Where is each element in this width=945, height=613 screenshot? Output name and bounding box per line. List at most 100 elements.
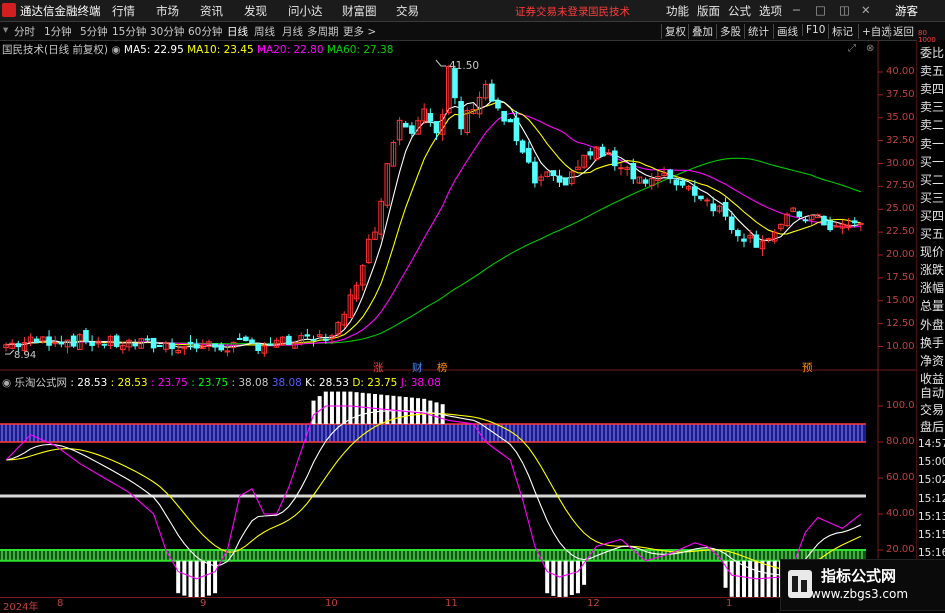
sidebar-item[interactable]: 买三: [920, 191, 944, 205]
guest-user[interactable]: 游客: [895, 3, 918, 19]
candle-body: [409, 125, 415, 134]
candle-body: [802, 219, 809, 222]
tf-1min[interactable]: 1分钟: [44, 24, 72, 39]
settings-icon[interactable]: ◉: [2, 377, 11, 389]
btn-fanhui[interactable]: 返回: [889, 24, 917, 39]
candle-body: [402, 122, 409, 128]
tf-more[interactable]: 更多 >: [343, 24, 376, 39]
sidebar-item[interactable]: 总量: [920, 299, 944, 313]
sidebar-item[interactable]: 涨幅: [920, 281, 944, 295]
close-icon[interactable]: ✕: [861, 3, 871, 17]
chart-collapse-icon[interactable]: ⤢: [848, 43, 856, 54]
sidebar-item[interactable]: 收益: [920, 372, 944, 386]
sidebar-item[interactable]: 自动: [920, 386, 944, 400]
btn-duogu[interactable]: 多股: [716, 24, 744, 39]
sidebar-item[interactable]: 外盘: [920, 318, 944, 332]
restore-icon[interactable]: ◫: [839, 3, 850, 17]
tf-5min[interactable]: 5分钟: [80, 24, 108, 39]
candle-body: [796, 211, 803, 217]
hist-bar: [200, 560, 205, 597]
badge-longhubang[interactable]: 榜: [437, 360, 448, 375]
candle-body: [550, 170, 557, 177]
candle-body: [267, 343, 274, 346]
btn-diejia[interactable]: 叠加: [688, 24, 716, 39]
candle-body: [735, 230, 741, 237]
ma60-value: MA60: 27.38: [326, 44, 394, 56]
candle-body: [556, 175, 563, 183]
badge-yugao[interactable]: 预: [802, 360, 813, 375]
sidebar-item[interactable]: 卖一: [920, 137, 944, 151]
sidebar-item[interactable]: 卖二: [920, 118, 944, 132]
menu-hangqing[interactable]: 行情: [112, 3, 135, 19]
btn-biaoji[interactable]: 标记: [828, 24, 856, 39]
tf-30min[interactable]: 30分钟: [150, 24, 184, 39]
sidebar-item[interactable]: 卖五: [920, 64, 944, 78]
tf-fenshi[interactable]: 分时: [14, 24, 35, 39]
sidebar-item[interactable]: 买二: [920, 173, 944, 187]
watermark-logo-icon: [788, 570, 812, 598]
xlabel-nov: 11: [445, 598, 458, 609]
candle-body: [827, 220, 833, 231]
quote-sidebar: 80 1000 委比 卖五 卖四 卖三 卖二 卖一 买一 买二 买三 买四 买五 现价 涨跌 涨幅 总量 外盘…: [916, 30, 945, 609]
menu-zixun[interactable]: 资讯: [200, 3, 223, 19]
candle-body: [513, 117, 520, 142]
menu-gongshi[interactable]: 公式: [728, 3, 751, 19]
tf-15min[interactable]: 15分钟: [112, 24, 146, 39]
ma10-value: MA10: 23.45: [187, 44, 254, 56]
hist-bar: [354, 392, 359, 424]
sidebar-item[interactable]: 委比: [920, 46, 944, 60]
minimize-icon[interactable]: ─: [793, 3, 800, 17]
badge-zhangting[interactable]: 涨: [373, 360, 384, 375]
menu-faxian[interactable]: 发现: [244, 3, 267, 19]
btn-tongji[interactable]: 统计: [744, 24, 772, 39]
candle-body: [612, 150, 618, 167]
menu-banmian[interactable]: 版面: [697, 3, 720, 19]
sidebar-item[interactable]: 买一: [920, 155, 944, 169]
ind-k: K: 28.53: [305, 377, 349, 389]
indicator-tick-label: 100.0: [886, 400, 915, 411]
candle-body: [46, 336, 52, 346]
tf-daily[interactable]: 日线: [227, 24, 248, 39]
btn-fuquan[interactable]: 复权: [661, 24, 689, 39]
timeframe-toolbar: ▾ 分时 1分钟 5分钟 15分钟 30分钟 60分钟 日线 周线 月线 多周期…: [0, 22, 945, 41]
candle-body: [507, 119, 514, 123]
sidebar-item[interactable]: 涨跌: [920, 263, 944, 277]
btn-huaxian[interactable]: 画线: [773, 24, 801, 39]
sidebar-item[interactable]: 现价: [920, 245, 944, 259]
menu-xuanxiang[interactable]: 选项: [759, 3, 782, 19]
settings-icon[interactable]: ◉: [111, 44, 120, 56]
badge-caibao[interactable]: 财: [412, 360, 423, 375]
menu-jiaoyi[interactable]: 交易: [396, 3, 419, 19]
kline-chart[interactable]: 41.50 8.94: [0, 40, 916, 597]
btn-f10[interactable]: F10: [802, 24, 828, 36]
hist-bar: [563, 560, 568, 597]
xlabel-jan: 1: [726, 598, 733, 609]
menu-caifuquan[interactable]: 财富圈: [342, 3, 377, 19]
sidebar-item[interactable]: 交易: [920, 403, 944, 417]
menu-gongneng[interactable]: 功能: [666, 3, 689, 19]
chart-close-icon[interactable]: ⊗: [866, 43, 874, 54]
candle-body: [150, 337, 157, 349]
candle-body: [255, 344, 261, 351]
sidebar-item[interactable]: 盘后: [920, 420, 944, 434]
ind-v6: 38.08: [271, 377, 302, 389]
sidebar-item[interactable]: 买四: [920, 209, 944, 223]
maximize-icon[interactable]: □: [815, 3, 826, 17]
sidebar-item[interactable]: 卖三: [920, 100, 944, 114]
sidebar-item[interactable]: 净资: [920, 354, 944, 368]
trade-login-status[interactable]: 证券交易未登录: [515, 4, 589, 19]
candle-body: [236, 337, 243, 340]
candles: [3, 64, 864, 357]
indicator-lines: [5, 391, 862, 597]
menu-shichang[interactable]: 市场: [156, 3, 179, 19]
sidebar-item[interactable]: 卖四: [920, 82, 944, 96]
sidebar-item[interactable]: 买五: [920, 227, 944, 241]
indicator-name[interactable]: 乐淘公式网: [15, 377, 68, 389]
tf-dropdown-icon[interactable]: ▾: [3, 24, 8, 36]
tf-60min[interactable]: 60分钟: [188, 24, 222, 39]
tf-multi[interactable]: 多周期: [307, 24, 339, 39]
menu-wenxiaoda[interactable]: 问小达: [288, 3, 323, 19]
tf-weekly[interactable]: 周线: [254, 24, 275, 39]
sidebar-item[interactable]: 换手: [920, 336, 944, 350]
tf-monthly[interactable]: 月线: [282, 24, 303, 39]
